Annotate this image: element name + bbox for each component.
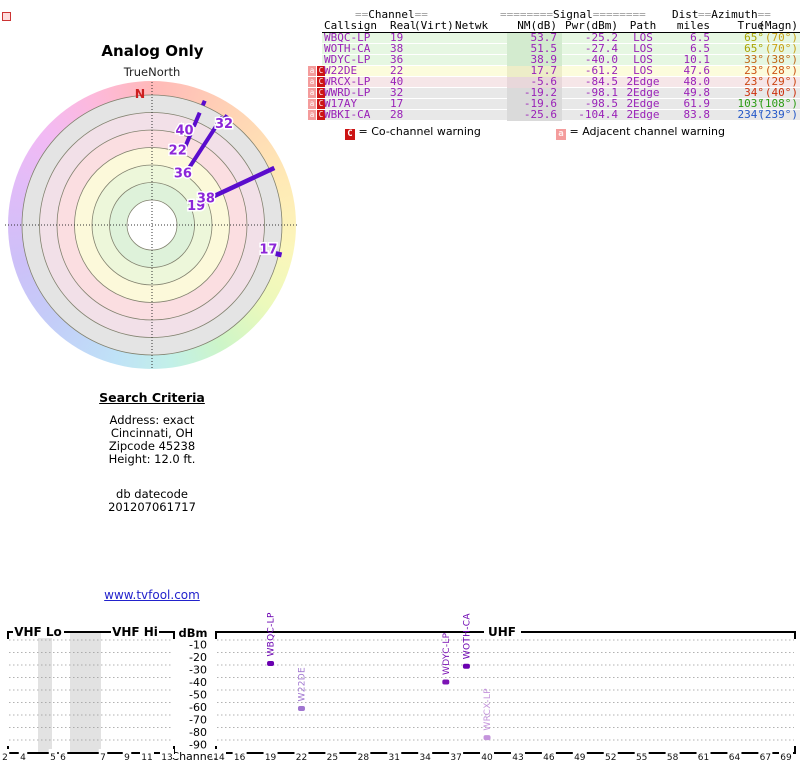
co-channel-legend: C = Co-channel warning [345,125,481,140]
co-channel-warning-icon: C [345,129,355,140]
svg-text:9: 9 [124,753,130,763]
svg-text:52: 52 [605,753,616,763]
true-north-label: TrueNorth [123,65,181,79]
table-column-header: Pwr(dBm) [565,19,618,32]
svg-text:-10: -10 [189,639,207,652]
svg-text:22: 22 [169,143,187,158]
polar-title: Analog Only [101,42,204,60]
co-channel-legend-text: = Co-channel warning [358,125,481,138]
db-datecode-block: db datecode 201207061717 [72,488,232,514]
svg-text:46: 46 [543,753,555,763]
cell-real-channel: 28 [390,108,404,121]
adjacent-channel-warning-icon: a [308,66,316,76]
adjacent-channel-warning-icon: a [308,99,316,109]
svg-text:32: 32 [215,117,233,132]
svg-text:22: 22 [296,753,307,763]
adjacent-channel-warning-icon: a [308,88,316,98]
north-marker: N [134,86,146,101]
svg-text:WRCX-LP: WRCX-LP [483,688,493,731]
svg-text:-60: -60 [189,701,207,714]
tvfool-report-page: 40 22 32 36 19 38 17 VHF Lo VHF Hi UHF dBm -10 -20 -3… [0,0,800,768]
table-row: a C WBKI-CA 28 -25.6 -104.4 2Edge 83.8 234° (239°… [308,108,800,121]
adjacent-channel-legend-text: = Adjacent channel warning [569,125,726,138]
cell-azimuth-magn: (239°) [758,108,798,121]
svg-text:25: 25 [327,753,338,763]
svg-text:-30: -30 [189,664,207,677]
svg-text:-20: -20 [189,651,207,664]
svg-text:7: 7 [100,753,106,763]
table-column-header: Callsign [324,19,377,32]
svg-text:67: 67 [760,753,771,763]
svg-text:69: 69 [780,753,792,763]
svg-text:40: 40 [176,123,194,138]
search-height: Height: 12.0 ft. [108,452,196,466]
svg-text:-70: -70 [189,714,207,727]
svg-text:-80: -80 [189,726,207,739]
table-column-header: (Virt) [414,19,454,32]
adjacent-channel-legend: a = Adjacent channel warning [556,125,725,140]
svg-text:61: 61 [698,753,709,763]
adjacent-channel-warning-icon: a [308,110,316,120]
svg-text:16: 16 [234,753,246,763]
db-datecode-value: 201207061717 [108,500,196,514]
svg-text:4: 4 [20,753,26,763]
svg-text:6: 6 [60,753,66,763]
svg-text:WDYC-LP: WDYC-LP [442,632,452,675]
svg-text:5: 5 [50,753,56,763]
table-column-header: NM(dB) [517,19,557,32]
cell-miles: 83.8 [683,108,711,121]
svg-text:58: 58 [667,753,679,763]
svg-text:2: 2 [2,753,8,763]
svg-text:17: 17 [259,243,277,258]
svg-text:-40: -40 [189,676,207,689]
svg-text:UHF: UHF [488,625,516,639]
svg-text:37: 37 [450,753,461,763]
svg-text:WOTH-CA: WOTH-CA [462,613,472,660]
table-column-header: Real [390,19,417,32]
svg-text:49: 49 [574,753,586,763]
svg-text:19: 19 [265,753,277,763]
svg-text:-50: -50 [189,689,207,702]
svg-text:31: 31 [389,753,400,763]
svg-text:14: 14 [213,753,225,763]
svg-text:W22DE: W22DE [297,667,307,701]
svg-text:28: 28 [358,753,370,763]
cell-pwr-dbm: -104.4 [578,108,618,121]
search-criteria-title: Search Criteria [99,390,205,405]
table-column-header: (Magn) [758,19,798,32]
table-column-header: miles [676,19,710,32]
svg-text:11: 11 [141,753,152,763]
svg-text:40: 40 [481,753,493,763]
svg-text:64: 64 [729,753,741,763]
svg-text:36: 36 [174,167,192,182]
svg-text:38: 38 [197,192,215,207]
svg-text:34: 34 [419,753,431,763]
svg-text:55: 55 [636,753,647,763]
tvfool-link[interactable]: www.tvfool.com [72,588,232,602]
adjacent-channel-warning-icon: a [308,77,316,87]
svg-text:Channel: Channel [171,750,216,763]
cell-callsign: WBKI-CA [324,108,371,121]
table-column-header: Path [629,19,657,32]
svg-text:VHF Hi: VHF Hi [112,625,158,639]
adjacent-channel-warning-icon: a [556,129,566,140]
svg-text:13: 13 [161,753,172,763]
svg-text:43: 43 [512,753,523,763]
cell-path: 2Edge [626,108,660,121]
search-criteria-block: Search Criteria Address: exact Cincinnat… [72,390,232,514]
table-column-header: Netwk [455,19,489,32]
svg-text:WBQC-LP: WBQC-LP [267,612,277,657]
svg-text:VHF Lo: VHF Lo [14,625,62,639]
cell-nm-db: -25.6 [523,108,557,121]
